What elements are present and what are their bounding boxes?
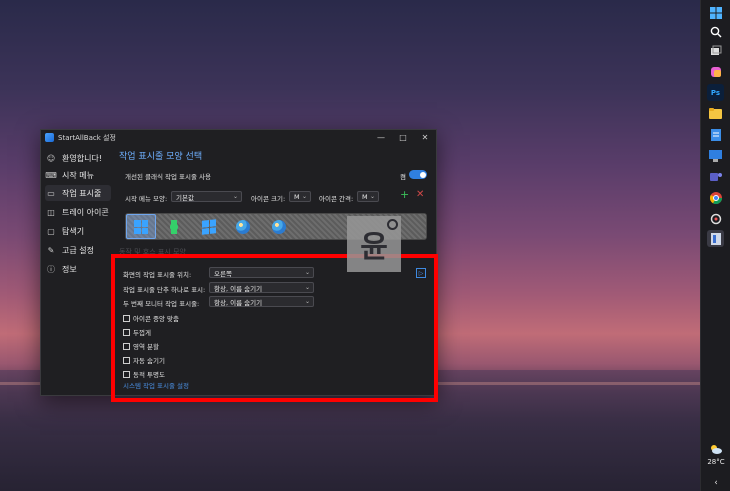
classic-taskbar-label: 개선된 클래식 작업 표시줄 사용 xyxy=(125,173,212,181)
sidebar-item-label: 작업 표시줄 xyxy=(62,188,102,198)
sidebar-item-label: 탐색기 xyxy=(62,226,85,236)
wrench-icon xyxy=(387,219,398,230)
icon-spacing-label: 아이콘 간격: xyxy=(319,195,354,203)
task-view-icon[interactable] xyxy=(707,42,724,59)
search-icon[interactable] xyxy=(707,23,724,40)
toggle-state-label: 켬 xyxy=(400,173,406,181)
sidebar-item-label: 시작 메뉴 xyxy=(62,170,94,180)
copilot-icon[interactable] xyxy=(707,63,724,80)
tray-icon: ◫ xyxy=(47,207,55,217)
start-menu-style-label: 시작 메뉴 모양: xyxy=(125,195,168,203)
remove-icon[interactable]: ✕ xyxy=(416,189,424,200)
classic-taskbar-toggle[interactable] xyxy=(409,170,427,179)
taskbar-icon: ▭ xyxy=(47,188,55,198)
icon-size-select[interactable]: M ⌄ xyxy=(289,191,311,202)
icon-size-label: 아이콘 크기: xyxy=(251,195,286,203)
icon-spacing-value: M xyxy=(362,192,368,201)
chevron-down-icon: ⌄ xyxy=(301,193,307,200)
page-title: 작업 표시줄 모양 선택 xyxy=(119,152,203,162)
sidebar: ☺ 환영합니다! ⌨ 시작 메뉴 ▭ 작업 표시줄 ◫ 트레이 아이콘 ▢ 탐색… xyxy=(41,145,111,395)
maximize-button[interactable]: □ xyxy=(393,130,413,145)
wrench-icon: ✎ xyxy=(47,245,55,255)
close-button[interactable]: ✕ xyxy=(415,130,435,145)
info-icon: ⓘ xyxy=(47,264,55,274)
startallback-app-icon[interactable] xyxy=(707,230,724,247)
smile-icon: ☺ xyxy=(46,153,56,163)
keyboard-icon: ⌨ xyxy=(45,170,57,180)
window-title: StartAllBack 설정 xyxy=(58,133,116,142)
chevron-down-icon: ⌄ xyxy=(369,193,375,200)
file-explorer-icon[interactable] xyxy=(707,105,724,122)
start-menu-style-value: 기본값 xyxy=(176,193,194,202)
watermark-text: 윤 xyxy=(360,230,388,265)
start-icon[interactable] xyxy=(707,4,724,21)
photoshop-icon[interactable]: Ps xyxy=(707,84,724,101)
windows7-orb-icon[interactable] xyxy=(236,220,250,234)
chevron-left-icon[interactable]: ‹ xyxy=(701,478,730,488)
watermark: 윤 xyxy=(347,216,401,272)
windows-taskbar: Ps 28°C ‹ xyxy=(700,0,730,491)
sidebar-item-label: 트레이 아이콘 xyxy=(62,207,109,217)
start-menu-style-select[interactable]: 기본값 ⌄ xyxy=(171,191,242,202)
vista-orb-icon[interactable] xyxy=(272,220,286,234)
sidebar-item-label: 고급 설정 xyxy=(62,245,94,255)
icon-spacing-select[interactable]: M ⌄ xyxy=(357,191,379,202)
snipping-tool-icon[interactable] xyxy=(707,210,724,227)
remote-desktop-icon[interactable] xyxy=(707,147,724,164)
sidebar-item-label: 환영합니다! xyxy=(62,153,103,163)
sidebar-item-explorer[interactable]: ▢ 탐색기 xyxy=(45,223,111,239)
red-highlight-box xyxy=(111,254,438,402)
add-icon[interactable]: + xyxy=(400,188,409,201)
folder-icon: ▢ xyxy=(47,226,55,236)
windows10-start-icon[interactable] xyxy=(202,219,216,235)
chevron-down-icon: ⌄ xyxy=(232,193,238,200)
temperature-label: 28°C xyxy=(707,458,725,466)
sidebar-item-about[interactable]: ⓘ 정보 xyxy=(45,261,111,277)
sidebar-item-tray[interactable]: ◫ 트레이 아이콘 xyxy=(45,204,111,220)
clover-start-icon[interactable] xyxy=(167,220,181,234)
chrome-icon[interactable] xyxy=(707,189,724,206)
teams-icon[interactable] xyxy=(707,168,724,185)
app-icon xyxy=(45,133,54,142)
sidebar-item-welcome[interactable]: ☺ 환영합니다! xyxy=(45,150,111,166)
icon-size-value: M xyxy=(294,192,300,201)
title-bar[interactable]: StartAllBack 설정 — □ ✕ xyxy=(41,130,436,145)
minimize-button[interactable]: — xyxy=(371,130,391,145)
sidebar-item-taskbar[interactable]: ▭ 작업 표시줄 xyxy=(45,185,111,201)
sidebar-item-advanced[interactable]: ✎ 고급 설정 xyxy=(45,242,111,258)
sidebar-item-label: 정보 xyxy=(62,264,77,274)
weather-icon[interactable] xyxy=(707,440,724,457)
sidebar-item-start-menu[interactable]: ⌨ 시작 메뉴 xyxy=(45,167,111,183)
windows11-start-icon[interactable] xyxy=(134,220,148,234)
notepad-icon[interactable] xyxy=(707,126,724,143)
